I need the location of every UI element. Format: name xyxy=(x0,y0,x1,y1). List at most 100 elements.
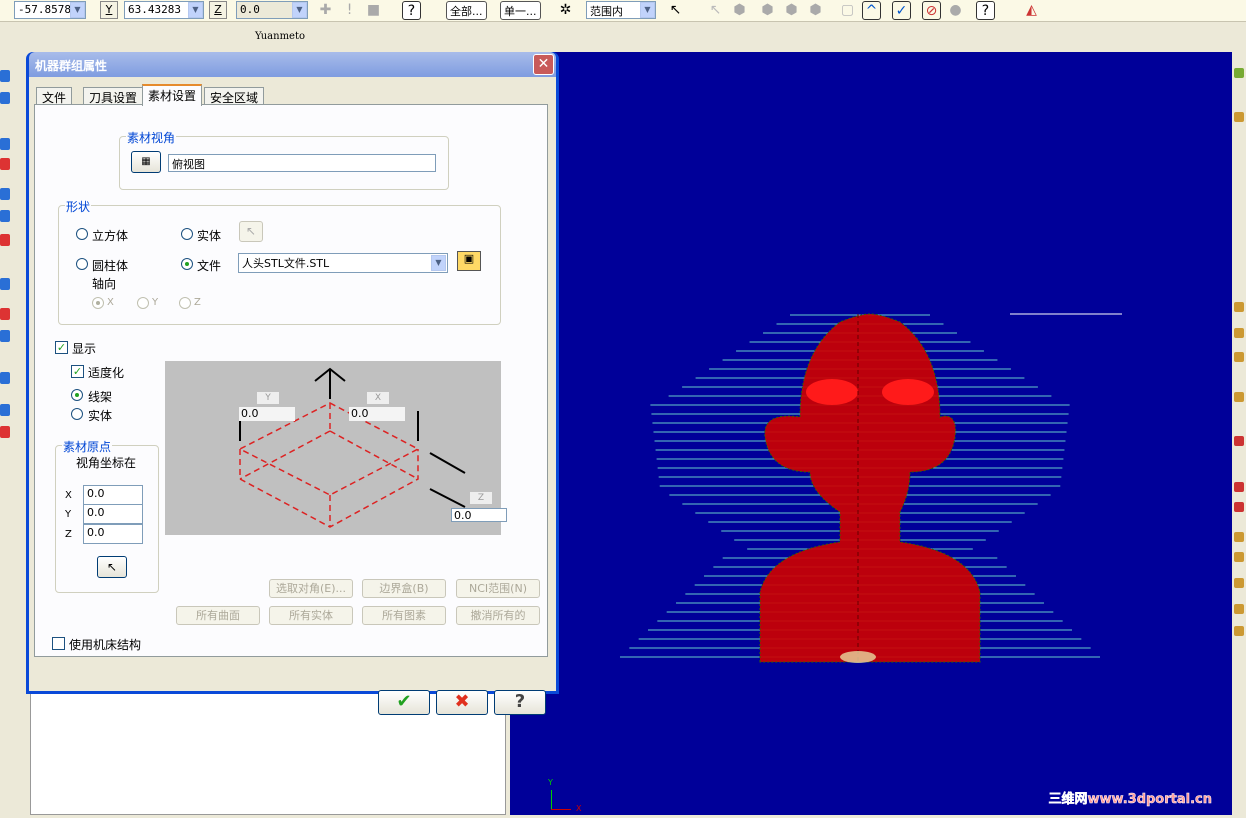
view-select-button[interactable]: ▦ xyxy=(131,151,161,173)
tool-icon[interactable] xyxy=(1234,436,1244,446)
tool-icon[interactable] xyxy=(1234,68,1244,78)
edge-select-icon[interactable]: ⬢ xyxy=(782,1,801,20)
check-select-icon[interactable]: ✓ xyxy=(892,1,911,20)
tool-icon[interactable] xyxy=(0,92,10,104)
ok-button[interactable]: ✔ xyxy=(378,690,430,715)
close-button[interactable]: ✕ xyxy=(533,54,554,75)
operations-manager-panel[interactable] xyxy=(30,693,506,815)
axis-z-radio[interactable] xyxy=(179,297,191,309)
tab-stock-setup[interactable]: 素材设置 xyxy=(142,84,203,106)
stock-view-field[interactable]: 俯视图 xyxy=(168,154,436,172)
tool-icon[interactable] xyxy=(0,188,10,200)
axis-x-radio[interactable] xyxy=(92,297,104,309)
shape-cylindrical-radio[interactable] xyxy=(76,258,88,270)
tool-icon[interactable] xyxy=(1234,502,1244,512)
tool-icon[interactable] xyxy=(1234,482,1244,492)
surface-icon[interactable]: ◭ xyxy=(1022,1,1041,20)
help-icon-2[interactable]: ? xyxy=(976,1,995,20)
cube-icon[interactable]: ▢ xyxy=(838,1,857,20)
select-solid-button[interactable]: ↖ xyxy=(239,221,263,242)
face-select-icon[interactable]: ⬢ xyxy=(758,1,777,20)
y-dropdown-arrow[interactable]: ▼ xyxy=(188,2,203,18)
all-button[interactable]: 全部... xyxy=(446,1,487,20)
tool-icon[interactable] xyxy=(0,278,10,290)
all-entities-button[interactable]: 所有图素 xyxy=(362,606,446,625)
nci-range-button[interactable]: NCI范围(N) xyxy=(456,579,540,598)
stl-file-select[interactable]: 人头STL文件.STL xyxy=(238,253,448,273)
tool-icon[interactable] xyxy=(0,330,10,342)
tool-icon[interactable] xyxy=(1234,112,1244,122)
single-button[interactable]: 单一... xyxy=(500,1,541,20)
tool-icon[interactable] xyxy=(0,70,10,82)
all-surfaces-button[interactable]: 所有曲面 xyxy=(176,606,260,625)
shape-group: 形状 立方体 实体 ↖ 圆柱体 文件 人头STL文件.STL ▼ ▣ 轴向 X … xyxy=(58,198,501,325)
exclamation-icon[interactable]: ! xyxy=(340,1,359,20)
solid-select-icon[interactable]: ⬢ xyxy=(730,1,749,20)
tool-icon[interactable] xyxy=(0,404,10,416)
dialog-body: 文件 刀具设置 素材设置 安全区域 素材视角 ▦ 俯视图 形状 立方体 实体 ↖… xyxy=(29,77,556,715)
fit-checkbox[interactable]: ✓ xyxy=(71,365,84,378)
all-solids-button[interactable]: 所有实体 xyxy=(269,606,353,625)
circle-icon[interactable]: ● xyxy=(946,1,965,20)
preview-x-field[interactable]: 0.0 xyxy=(349,407,405,421)
tool-icon[interactable] xyxy=(0,158,10,170)
tool-icon[interactable] xyxy=(1234,604,1244,614)
tab-tool-settings[interactable]: 刀具设置 xyxy=(83,87,144,105)
tool-icon[interactable] xyxy=(0,308,10,320)
tool-icon[interactable] xyxy=(1234,392,1244,402)
tool-icon[interactable] xyxy=(1234,328,1244,338)
help-button[interactable]: ? xyxy=(494,690,546,715)
select-origin-button[interactable]: ↖ xyxy=(97,556,127,578)
cancel-button[interactable]: ✖ xyxy=(436,690,488,715)
wireframe-radio[interactable] xyxy=(71,389,83,401)
open-file-icon[interactable]: ▣ xyxy=(457,251,481,271)
file-dropdown-arrow[interactable]: ▼ xyxy=(431,255,446,271)
use-machine-checkbox[interactable] xyxy=(52,637,65,650)
axis-y-radio[interactable] xyxy=(137,297,149,309)
shape-solid-label: 实体 xyxy=(197,229,222,243)
preview-y-tag: Y xyxy=(257,392,279,404)
bounding-box-button[interactable]: 边界盒(B) xyxy=(362,579,446,598)
tool-icon[interactable] xyxy=(1234,552,1244,562)
x-dropdown-arrow[interactable]: ▼ xyxy=(70,2,85,18)
help-icon[interactable]: ? xyxy=(402,1,421,20)
tool-icon[interactable] xyxy=(0,372,10,384)
origin-y-field[interactable]: 0.0 xyxy=(83,504,143,524)
undo-all-button[interactable]: 撤消所有的 xyxy=(456,606,540,625)
range-dropdown-arrow[interactable]: ▼ xyxy=(640,2,655,18)
tool-icon[interactable] xyxy=(1234,302,1244,312)
shape-file-radio[interactable] xyxy=(181,258,193,270)
tool-icon[interactable] xyxy=(0,234,10,246)
select-corners-button[interactable]: 选取对角(E)... xyxy=(269,579,353,598)
tool-icon[interactable] xyxy=(0,426,10,438)
origin-x-field[interactable]: 0.0 xyxy=(83,485,143,505)
tool-icon[interactable] xyxy=(0,138,10,150)
graphics-viewport[interactable]: Y X 三维网www.3dportal.cn xyxy=(510,52,1232,815)
preview-z-field[interactable]: 0.0 xyxy=(451,508,507,522)
body-select-icon[interactable]: ⬢ xyxy=(806,1,825,20)
shape-solid-radio[interactable] xyxy=(181,228,193,240)
z-dropdown-arrow[interactable]: ▼ xyxy=(292,2,307,18)
axis-x-label: X xyxy=(107,297,114,308)
autocursor-icon[interactable]: ■ xyxy=(364,1,383,20)
fastpoint-icon[interactable]: ✚ xyxy=(316,1,335,20)
y-label: Y xyxy=(100,1,118,19)
pointer-icon[interactable]: ↖ xyxy=(666,1,685,20)
solid-display-radio[interactable] xyxy=(71,408,83,420)
display-checkbox[interactable]: ✓ xyxy=(55,341,68,354)
back-icon[interactable]: ^ xyxy=(862,1,881,20)
tool-icon[interactable] xyxy=(1234,352,1244,362)
pointer-disabled-icon[interactable]: ↖ xyxy=(706,1,725,20)
shape-rectangular-radio[interactable] xyxy=(76,228,88,240)
tab-safety-zone[interactable]: 安全区域 xyxy=(204,87,265,105)
selection-mode-icon[interactable]: ✲ xyxy=(556,1,575,20)
cancel-select-icon[interactable]: ⊘ xyxy=(922,1,941,20)
tool-icon[interactable] xyxy=(1234,532,1244,542)
tool-icon[interactable] xyxy=(1234,578,1244,588)
tool-icon[interactable] xyxy=(0,210,10,222)
origin-z-field[interactable]: 0.0 xyxy=(83,524,143,544)
preview-y-field[interactable]: 0.0 xyxy=(239,407,295,421)
tab-files[interactable]: 文件 xyxy=(36,87,73,105)
dialog-titlebar[interactable]: 机器群组属性 ✕ xyxy=(29,52,556,77)
tool-icon[interactable] xyxy=(1234,626,1244,636)
